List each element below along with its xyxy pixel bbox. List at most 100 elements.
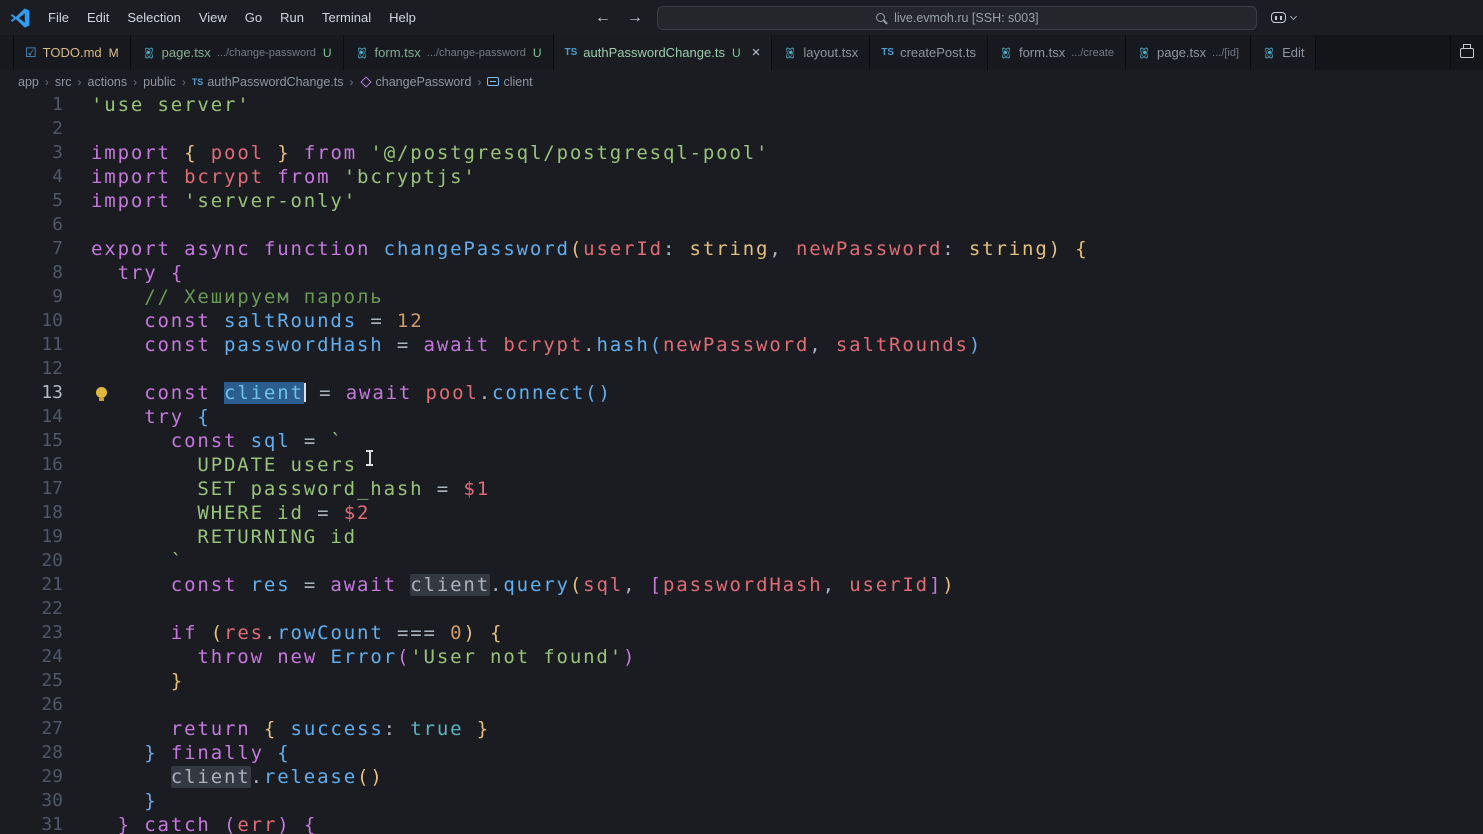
close-tab-icon[interactable]: × bbox=[752, 45, 761, 60]
code-line-5[interactable]: 5 import 'server-only' bbox=[0, 189, 1483, 213]
code-line-11[interactable]: 11 const passwordHash = await bcrypt.has… bbox=[0, 333, 1483, 357]
code-line-24[interactable]: 24 throw new Error('User not found') bbox=[0, 645, 1483, 669]
breadcrumb-item-src[interactable]: src bbox=[55, 75, 72, 89]
tab-dir-hint: .../change-password bbox=[426, 46, 526, 59]
code-line-29[interactable]: 29 client.release() bbox=[0, 765, 1483, 789]
git-status-badge: U bbox=[532, 45, 542, 60]
tab-authpasswordchange.ts[interactable]: TS authPasswordChange.ts U × bbox=[553, 35, 773, 70]
code-line-30[interactable]: 30 } bbox=[0, 789, 1483, 813]
code-line-4[interactable]: 4 import bcrypt from 'bcryptjs' bbox=[0, 165, 1483, 189]
code-line-15[interactable]: 15 const sql = ` bbox=[0, 429, 1483, 453]
code-line-22[interactable]: 22 bbox=[0, 597, 1483, 621]
tab-page.tsx[interactable]: page.tsx .../change-password U bbox=[130, 35, 344, 70]
code-line-21[interactable]: 21 const res = await client.query(sql, [… bbox=[0, 573, 1483, 597]
print-icon[interactable] bbox=[1460, 43, 1474, 58]
breadcrumb-item-app[interactable]: app bbox=[18, 75, 39, 89]
word-occurrence-highlight: client bbox=[170, 766, 251, 788]
line-content: import 'server-only' bbox=[91, 190, 357, 212]
code-line-27[interactable]: 27 return { success: true } bbox=[0, 717, 1483, 741]
breadcrumb-item-public[interactable]: public bbox=[143, 75, 176, 89]
line-content: const sql = ` bbox=[170, 430, 344, 452]
menu-view[interactable]: View bbox=[190, 5, 236, 31]
code-line-9[interactable]: 9 // Хешируем пароль bbox=[0, 285, 1483, 309]
tab-edit[interactable]: Edit bbox=[1251, 35, 1317, 70]
code-line-7[interactable]: 7 export async function changePassword(us… bbox=[0, 237, 1483, 261]
line-number: 11 bbox=[41, 334, 63, 355]
react-file-icon bbox=[142, 46, 156, 60]
code-line-13[interactable]: 13 const client = await pool.connect() bbox=[0, 381, 1483, 405]
menu-bar: File Edit Selection View Go Run Terminal Help bbox=[39, 5, 425, 31]
menu-selection[interactable]: Selection bbox=[118, 5, 189, 31]
line-content: SET password_hash = $1 bbox=[91, 478, 490, 500]
typescript-file-icon: TS bbox=[881, 47, 895, 58]
code-line-18[interactable]: 18 WHERE id = $2 bbox=[0, 501, 1483, 525]
copilot-button[interactable] bbox=[1270, 12, 1297, 23]
code-line-17[interactable]: 17 SET password_hash = $1 bbox=[0, 477, 1483, 501]
line-number: 5 bbox=[52, 190, 63, 211]
tab-fragment[interactable] bbox=[0, 35, 14, 70]
code-line-31[interactable]: 31 } catch (err) { bbox=[0, 813, 1483, 834]
code-line-23[interactable]: 23 if (res.rowCount === 0) { bbox=[0, 621, 1483, 645]
vscode-window: File Edit Selection View Go Run Terminal Help ←… bbox=[0, 0, 1483, 834]
breadcrumb-label: src bbox=[54, 74, 72, 89]
line-content bbox=[63, 357, 91, 381]
menu-run[interactable]: Run bbox=[271, 5, 313, 31]
breadcrumb-separator: › bbox=[44, 74, 49, 89]
line-number: 15 bbox=[41, 430, 63, 451]
code-line-10[interactable]: 10 const saltRounds = 12 bbox=[0, 309, 1483, 333]
code-line-12[interactable]: 12 bbox=[0, 357, 1483, 381]
code-line-2[interactable]: 2 bbox=[0, 117, 1483, 141]
line-content bbox=[63, 693, 91, 717]
code-line-14[interactable]: 14 try { bbox=[0, 405, 1483, 429]
git-status-badge: M bbox=[108, 45, 119, 60]
menu-help[interactable]: Help bbox=[380, 5, 425, 31]
breadcrumb-item-client[interactable]: client bbox=[487, 75, 533, 89]
tab-layout.tsx[interactable]: layout.tsx bbox=[772, 35, 871, 70]
line-number: 24 bbox=[41, 646, 63, 667]
line-content: const res = await client.query(sql, [pas… bbox=[170, 574, 956, 596]
line-number: 4 bbox=[52, 166, 63, 187]
react-file-icon bbox=[355, 46, 369, 60]
tab-form.tsx[interactable]: form.tsx .../create bbox=[987, 35, 1126, 70]
method-symbol-icon bbox=[359, 75, 372, 88]
code-line-8[interactable]: 8 try { bbox=[0, 261, 1483, 285]
breadcrumb-item-changepassword[interactable]: changePassword bbox=[359, 75, 471, 89]
title-bar: File Edit Selection View Go Run Terminal Help ←… bbox=[0, 0, 1483, 35]
lightbulb-icon[interactable] bbox=[96, 387, 107, 401]
tab-createpost.ts[interactable]: TS createPost.ts bbox=[870, 35, 988, 70]
line-content: try { bbox=[117, 262, 185, 284]
line-content: } bbox=[144, 790, 158, 812]
tab-form.tsx[interactable]: form.tsx .../change-password U bbox=[343, 35, 554, 70]
menu-file[interactable]: File bbox=[39, 5, 78, 31]
menu-terminal[interactable]: Terminal bbox=[313, 5, 380, 31]
code-line-25[interactable]: 25 } bbox=[0, 669, 1483, 693]
code-line-19[interactable]: 19 RETURNING id bbox=[0, 525, 1483, 549]
line-content: RETURNING id bbox=[91, 526, 357, 548]
code-line-28[interactable]: 28 } finally { bbox=[0, 741, 1483, 765]
breadcrumb-item-actions[interactable]: actions bbox=[88, 75, 128, 89]
code-line-26[interactable]: 26 bbox=[0, 693, 1483, 717]
line-content bbox=[63, 213, 91, 237]
line-number: 8 bbox=[52, 262, 63, 283]
command-center[interactable]: live.evmoh.ru [SSH: s003] bbox=[656, 5, 1257, 30]
code-line-1[interactable]: 1 'use server' bbox=[0, 93, 1483, 117]
menu-edit[interactable]: Edit bbox=[78, 5, 118, 31]
code-line-6[interactable]: 6 bbox=[0, 213, 1483, 237]
code-line-16[interactable]: 16 UPDATE users bbox=[0, 453, 1483, 477]
line-number: 1 bbox=[52, 94, 63, 115]
chevron-down-icon bbox=[1289, 12, 1297, 21]
variable-symbol-icon bbox=[487, 77, 500, 86]
code-line-20[interactable]: 20 ` bbox=[0, 549, 1483, 573]
line-content: UPDATE users bbox=[91, 454, 357, 476]
line-content: if (res.rowCount === 0) { bbox=[170, 622, 504, 644]
line-number: 26 bbox=[41, 694, 63, 715]
forward-arrow-icon[interactable]: → bbox=[627, 9, 643, 27]
tab-page.tsx[interactable]: page.tsx .../[id] bbox=[1126, 35, 1252, 70]
line-number: 16 bbox=[41, 454, 63, 475]
back-arrow-icon[interactable]: ← bbox=[595, 9, 611, 27]
menu-go[interactable]: Go bbox=[236, 5, 271, 31]
code-line-3[interactable]: 3 import { pool } from '@/postgresql/post… bbox=[0, 141, 1483, 165]
tab-label: form.tsx bbox=[1018, 45, 1066, 60]
tab-todo.md[interactable]: ☑ TODO.md M bbox=[14, 35, 131, 70]
breadcrumb-item-authpasswordchange.ts[interactable]: TS authPasswordChange.ts bbox=[192, 75, 344, 89]
